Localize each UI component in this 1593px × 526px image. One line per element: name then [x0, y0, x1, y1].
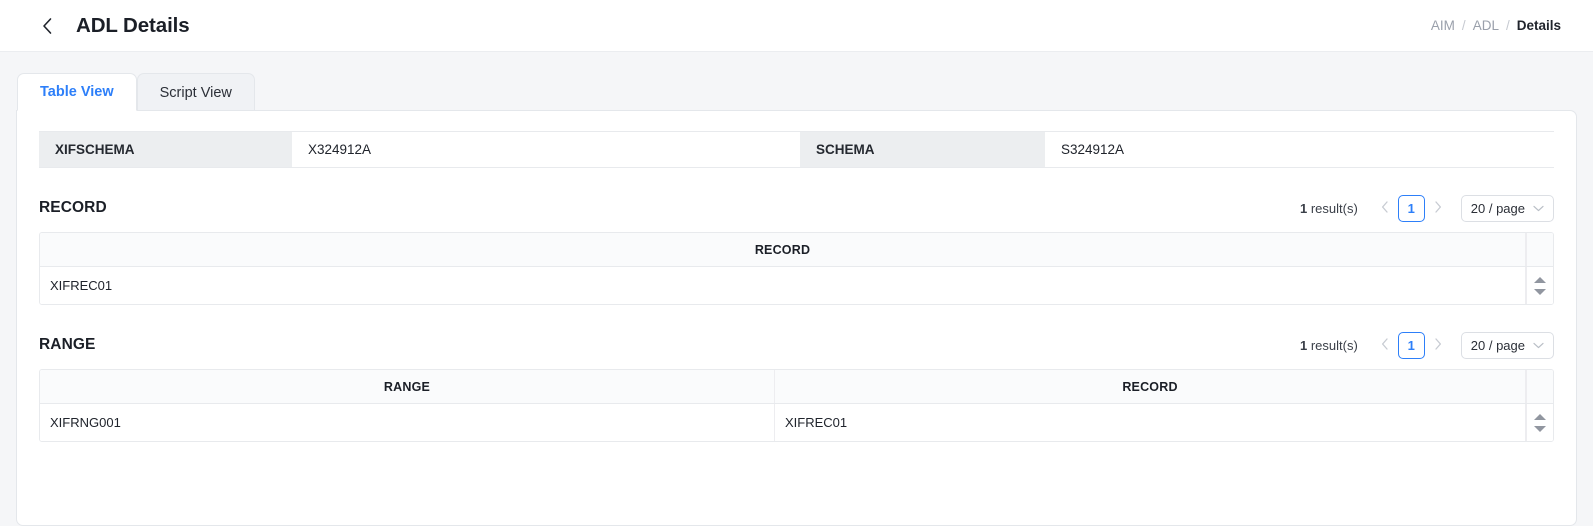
page-header: ADL Details AIM / ADL / Details: [0, 0, 1593, 52]
detail-field-row: XIFSCHEMA X324912A SCHEMA S324912A: [39, 131, 1554, 168]
table-record-scrollbar[interactable]: [1526, 267, 1553, 304]
table-range-scroll-header-spacer: [1526, 370, 1553, 403]
section-range: RANGE 1 result(s) 1: [39, 331, 1554, 442]
field-label-schema: SCHEMA: [800, 132, 1045, 167]
section-record: RECORD 1 result(s) 1: [39, 194, 1554, 305]
breadcrumb-separator: /: [1506, 18, 1510, 33]
breadcrumb-item-aim[interactable]: AIM: [1431, 18, 1455, 33]
breadcrumb-item-details: Details: [1517, 18, 1561, 33]
breadcrumb: AIM / ADL / Details: [1431, 18, 1571, 33]
result-count-suffix: result(s): [1311, 338, 1358, 353]
chevron-left-icon: [1381, 338, 1389, 353]
page-title: ADL Details: [76, 14, 190, 38]
pagination-page-1-record[interactable]: 1: [1398, 195, 1425, 222]
table-record-header-row: RECORD: [40, 233, 1553, 267]
pagination-range: 1 result(s) 1: [1300, 332, 1554, 359]
result-count-suffix: result(s): [1311, 201, 1358, 216]
app-root: ADL Details AIM / ADL / Details Table Vi…: [0, 0, 1593, 526]
table-record: RECORD XIFREC01: [39, 232, 1554, 305]
page-size-select-range[interactable]: 20 / page: [1461, 332, 1554, 359]
section-range-title: RANGE: [39, 336, 95, 354]
table-record-col-record: RECORD: [40, 233, 1526, 266]
chevron-right-icon: [1434, 338, 1442, 353]
pagination-record: 1 result(s) 1: [1300, 195, 1554, 222]
pagination-page-1-range[interactable]: 1: [1398, 332, 1425, 359]
section-record-header: RECORD 1 result(s) 1: [39, 194, 1554, 222]
scroll-up-arrow-icon[interactable]: [1534, 277, 1546, 283]
field-label-xifschema: XIFSCHEMA: [39, 132, 292, 167]
chevron-right-icon: [1434, 201, 1442, 216]
field-value-xifschema: X324912A: [292, 132, 800, 167]
table-view-panel: XIFSCHEMA X324912A SCHEMA S324912A RECOR…: [16, 110, 1577, 526]
chevron-left-icon: [41, 17, 54, 35]
chevron-down-icon: [1533, 205, 1544, 212]
table-range-col-range: RANGE: [40, 370, 775, 403]
table-range-cell-range: XIFRNG001: [40, 404, 775, 441]
result-count-record: 1 result(s): [1300, 201, 1358, 216]
chevron-left-icon: [1381, 201, 1389, 216]
pagination-next-button-range[interactable]: [1427, 332, 1449, 358]
tab-bar: Table View Script View: [16, 72, 1577, 110]
breadcrumb-item-adl[interactable]: ADL: [1473, 18, 1499, 33]
tab-script-view-label: Script View: [160, 85, 232, 101]
tab-table-view-label: Table View: [40, 84, 114, 100]
content-area: Table View Script View XIFSCHEMA X324912…: [0, 52, 1593, 526]
table-row[interactable]: XIFREC01: [40, 267, 1553, 304]
tab-table-view[interactable]: Table View: [17, 73, 137, 111]
pagination-prev-button-range[interactable]: [1374, 332, 1396, 358]
page-size-select-record[interactable]: 20 / page: [1461, 195, 1554, 222]
table-range-scrollbar[interactable]: [1526, 404, 1553, 441]
table-range-cell-record: XIFREC01: [775, 404, 1526, 441]
table-range-header-row: RANGE RECORD: [40, 370, 1553, 404]
scroll-up-arrow-icon[interactable]: [1534, 414, 1546, 420]
pagination-next-button-record[interactable]: [1427, 195, 1449, 221]
table-record-scroll-header-spacer: [1526, 233, 1553, 266]
result-count-value: 1: [1300, 338, 1307, 353]
back-button[interactable]: [34, 13, 60, 39]
scroll-down-arrow-icon[interactable]: [1534, 426, 1546, 432]
table-row[interactable]: XIFRNG001 XIFREC01: [40, 404, 1553, 441]
scroll-down-arrow-icon[interactable]: [1534, 289, 1546, 295]
table-range: RANGE RECORD XIFRNG001 XIFREC01: [39, 369, 1554, 442]
page-size-label-record: 20 / page: [1471, 201, 1525, 216]
breadcrumb-separator: /: [1462, 18, 1466, 33]
page-size-label-range: 20 / page: [1471, 338, 1525, 353]
table-range-col-record: RECORD: [775, 370, 1526, 403]
section-record-title: RECORD: [39, 199, 107, 217]
result-count-range: 1 result(s): [1300, 338, 1358, 353]
chevron-down-icon: [1533, 342, 1544, 349]
field-value-schema: S324912A: [1045, 132, 1554, 167]
table-record-cell-record: XIFREC01: [40, 267, 1526, 304]
result-count-value: 1: [1300, 201, 1307, 216]
pagination-prev-button-record[interactable]: [1374, 195, 1396, 221]
section-range-header: RANGE 1 result(s) 1: [39, 331, 1554, 359]
tab-script-view[interactable]: Script View: [137, 73, 255, 111]
